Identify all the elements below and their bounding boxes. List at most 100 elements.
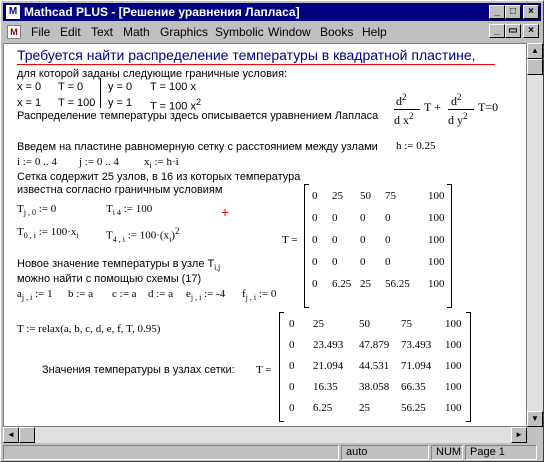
scroll-left-arrow[interactable]: ◄: [3, 427, 19, 443]
menu-math[interactable]: Math: [123, 25, 150, 39]
matrix1-cell: 0: [312, 278, 318, 290]
horizontal-scroll-thumb[interactable]: [19, 427, 35, 443]
new-value-text-1: Новое значение температуры в узле Ti,j: [17, 258, 221, 273]
menu-edit[interactable]: Edit: [60, 25, 81, 39]
matrix1-cell: 6.25: [332, 278, 352, 290]
menu-symbolic[interactable]: Symbolic: [215, 25, 264, 39]
matrix2-cell: 38.058: [359, 381, 390, 393]
status-num: NUM: [431, 445, 463, 460]
coef-b[interactable]: b := a: [68, 288, 93, 300]
bc-x0[interactable]: x = 0: [17, 81, 41, 93]
matrix1-cell: 50: [360, 190, 371, 202]
matrix2-result-temperatures[interactable]: 0 25 50 75 100 0 23.493 47.879 73.493 100 0 21.094 4…: [279, 312, 471, 422]
coef-f[interactable]: fj , i := 0: [242, 288, 276, 302]
matrix2-cell: 73.493: [401, 339, 432, 351]
laplace-t-plus: T +: [424, 100, 441, 114]
maximize-button[interactable]: □: [505, 5, 521, 19]
matrix2-cell: 44.531: [359, 360, 390, 372]
bc-y1[interactable]: y = 1: [108, 97, 132, 109]
bc-def-t4i[interactable]: T4 , i := 100·(xi)2: [106, 226, 179, 244]
minimize-button[interactable]: _: [489, 5, 505, 19]
laplace-d2: d2: [451, 92, 462, 108]
bc-t100x[interactable]: T = 100 x: [150, 81, 196, 93]
matrix2-cell: 0: [289, 339, 295, 351]
window-title: Mathcad PLUS - [Решение уравнения Лаплас…: [24, 5, 300, 19]
grid-text: Введем на пластине равномерную сетку с р…: [17, 141, 378, 153]
bc-y0[interactable]: y = 0: [108, 81, 132, 93]
matrix2-cell: 0: [289, 360, 295, 372]
scroll-right-arrow[interactable]: ►: [511, 427, 527, 443]
horizontal-scrollbar[interactable]: ◄ ►: [3, 427, 527, 443]
bc-def-t0i[interactable]: T0 , i := 100·xi: [17, 226, 79, 240]
scroll-up-arrow[interactable]: ▲: [527, 43, 543, 59]
menu-graphics[interactable]: Graphics: [160, 25, 208, 39]
h-definition[interactable]: h := 0.25: [396, 140, 436, 152]
matrix1-cell: 100: [428, 234, 445, 246]
coef-e[interactable]: ej , i := -4: [186, 288, 225, 302]
bc-def-ti4[interactable]: Ti 4 := 100: [106, 203, 152, 217]
menu-help[interactable]: Help: [362, 25, 387, 39]
matrix2-cell: 100: [445, 318, 462, 330]
insertion-cursor: +: [221, 204, 230, 220]
frac-line-1: [394, 109, 420, 110]
mathcad-window: M Mathcad PLUS - [Решение уравнения Лапл…: [0, 0, 544, 462]
title-bar[interactable]: M Mathcad PLUS - [Решение уравнения Лапл…: [3, 3, 541, 21]
laplace-equation[interactable]: d2 d x2 T + d2 d y2 T=0: [390, 90, 520, 134]
document-icon[interactable]: M: [7, 25, 21, 39]
matrix2-cell: 25: [359, 402, 370, 414]
matrix1-cell: 0: [312, 190, 318, 202]
range-j[interactable]: j := 0 .. 4: [79, 156, 119, 168]
matrix1-cell: 25: [360, 278, 371, 290]
bc-intro-text: для которой заданы следующие граничные у…: [17, 68, 288, 80]
matrix2-cell: 47.879: [359, 339, 390, 351]
close-button[interactable]: ×: [523, 5, 539, 19]
bc-def-tj0[interactable]: Tj , 0 := 0: [17, 203, 56, 217]
laplace-text: Распределение температуры здесь описывае…: [17, 110, 379, 122]
result-text: Значения температуры в узлах сетки:: [42, 364, 235, 376]
bc-t100[interactable]: T = 100: [58, 97, 95, 109]
relax-definition[interactable]: T := relax(a, b, c, d, e, f, T, 0.95): [17, 323, 160, 335]
bc-x1[interactable]: x = 1: [17, 97, 41, 109]
range-i[interactable]: i := 0 .. 4: [17, 156, 57, 168]
status-bar: auto NUM Page 1: [3, 444, 541, 461]
x-definition[interactable]: xi := h·i: [144, 156, 179, 170]
menu-books[interactable]: Books: [320, 25, 353, 39]
matrix2-cell: 6.25: [313, 402, 333, 414]
status-page: Page 1: [465, 445, 537, 460]
menu-text[interactable]: Text: [91, 25, 113, 39]
matrix2-label: T =: [256, 364, 272, 376]
matrix2-right-bracket: [466, 312, 471, 422]
matrix1-initial-temperatures[interactable]: 0 25 50 75 100 0 0 0 0 100 0 0 0 0 100 0 0 0 0 100 0 6.25 25 56…: [304, 184, 452, 308]
matrix1-cell: 25: [332, 190, 343, 202]
doc-minimize-button[interactable]: _: [489, 24, 505, 38]
matrix2-cell: 100: [445, 381, 462, 393]
matrix2-cell: 66.35: [401, 381, 426, 393]
bc-t0[interactable]: T = 0: [58, 81, 83, 93]
worksheet[interactable]: Требуется найти распределение температур…: [3, 43, 527, 427]
coef-c[interactable]: c := a: [112, 288, 137, 300]
matrix1-cell: 0: [312, 212, 318, 224]
status-message-panel: [3, 445, 339, 460]
mathcad-app-icon[interactable]: M: [6, 5, 20, 19]
scroll-down-arrow[interactable]: ▼: [527, 411, 543, 427]
matrix1-cell: 0: [332, 212, 338, 224]
laplace-t-eq-0: T=0: [478, 100, 499, 114]
frac-line-2: [448, 109, 474, 110]
matrix1-right-bracket: [447, 184, 452, 308]
vertical-scroll-thumb[interactable]: [527, 59, 543, 75]
doc-close-button[interactable]: ×: [523, 24, 539, 38]
heading-underline: [17, 64, 495, 65]
matrix2-cell: 71.094: [401, 360, 432, 372]
coef-a[interactable]: aj , i := 1: [17, 288, 53, 302]
matrix1-cell: 0: [332, 256, 338, 268]
matrix2-cell: 56.25: [401, 402, 426, 414]
doc-restore-button[interactable]: ▭: [505, 24, 521, 38]
vertical-scrollbar[interactable]: ▲ ▼: [527, 43, 543, 427]
matrix1-cell: 100: [428, 278, 445, 290]
coef-d[interactable]: d := a: [148, 288, 173, 300]
matrix2-cell: 100: [445, 339, 462, 351]
menu-file[interactable]: File: [31, 25, 50, 39]
matrix1-label: T =: [282, 234, 298, 246]
matrix1-cell: 100: [428, 256, 445, 268]
menu-window[interactable]: Window: [268, 25, 311, 39]
